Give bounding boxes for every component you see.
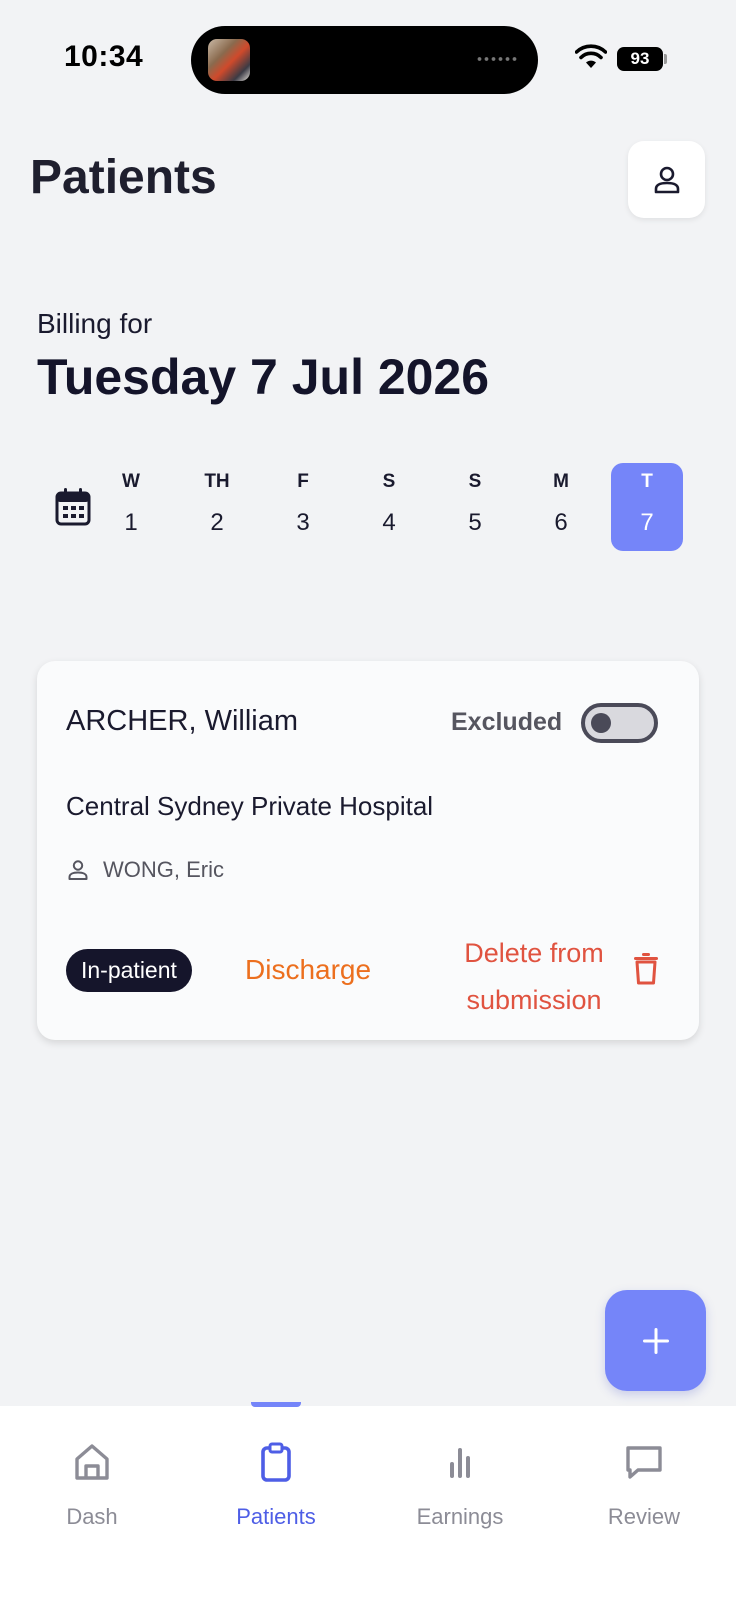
home-icon: [75, 1444, 109, 1480]
nav-label: Earnings: [416, 1504, 504, 1529]
nav-item-earnings[interactable]: Earnings: [368, 1436, 552, 1556]
delete-from-submission-button[interactable]: Delete from submission: [434, 930, 634, 1024]
day-item-selected[interactable]: T 7: [611, 463, 683, 551]
patient-name: ARCHER, William: [66, 705, 298, 737]
status-badge: In-patient: [66, 949, 192, 992]
day-number: 2: [210, 509, 224, 536]
message-icon: [626, 1446, 662, 1479]
delete-label-line2: submission: [466, 985, 602, 1015]
day-of-week: S: [468, 471, 482, 492]
toggle-knob: [591, 713, 611, 733]
plus-icon: [642, 1327, 669, 1354]
battery-indicator: 93: [617, 47, 663, 71]
day-number: 7: [640, 509, 654, 536]
status-bar: 10:34 93: [0, 0, 736, 120]
dynamic-island: [191, 26, 538, 94]
week-strip: W 1 TH 2 F 3 S 4 S 5 M 6 T 7: [95, 463, 691, 551]
clipboard-icon: [261, 1442, 291, 1482]
battery-tip: [664, 54, 667, 64]
day-number: 6: [554, 509, 568, 536]
now-playing-artwork: [208, 39, 250, 81]
day-of-week: T: [641, 471, 653, 492]
nav-label: Patients: [236, 1504, 316, 1529]
calendar-icon[interactable]: [54, 487, 92, 527]
day-number: 4: [382, 509, 396, 536]
day-item[interactable]: S 4: [353, 463, 425, 551]
doctor-name: WONG, Eric: [103, 857, 224, 882]
day-of-week: S: [382, 471, 396, 492]
day-of-week: TH: [204, 471, 230, 492]
bottom-nav: Dash Patients Earnings Review: [0, 1402, 736, 1600]
nav-active-indicator: [251, 1402, 301, 1407]
day-item[interactable]: W 1: [95, 463, 167, 551]
patient-card[interactable]: ARCHER, William Excluded Central Sydney …: [37, 661, 699, 1040]
status-time: 10:34: [64, 40, 144, 73]
profile-button[interactable]: [628, 141, 705, 218]
discharge-button[interactable]: Discharge: [245, 954, 371, 986]
nav-item-dash[interactable]: Dash: [0, 1436, 184, 1556]
day-number: 3: [296, 509, 310, 536]
audio-wave-icon: [476, 52, 518, 66]
billing-label: Billing for: [37, 308, 153, 339]
user-icon: [654, 166, 679, 193]
nav-item-patients[interactable]: Patients: [184, 1436, 368, 1556]
page-title: Patients: [30, 151, 217, 204]
day-number: 5: [468, 509, 482, 536]
day-number: 1: [124, 509, 138, 536]
billing-date: Tuesday 7 Jul 2026: [37, 349, 490, 405]
user-icon: [68, 860, 88, 880]
day-of-week: W: [122, 471, 140, 492]
trash-icon[interactable]: [631, 952, 661, 986]
delete-label-line1: Delete from: [464, 938, 604, 968]
nav-label: Dash: [66, 1504, 118, 1529]
bar-chart-icon: [450, 1448, 470, 1478]
wifi-icon: [575, 44, 607, 68]
nav-item-review[interactable]: Review: [552, 1436, 736, 1556]
day-item[interactable]: M 6: [525, 463, 597, 551]
day-of-week: F: [297, 471, 309, 492]
nav-label: Review: [607, 1504, 681, 1529]
day-item[interactable]: S 5: [439, 463, 511, 551]
day-of-week: M: [553, 471, 569, 492]
day-item[interactable]: F 3: [267, 463, 339, 551]
hospital-name: Central Sydney Private Hospital: [66, 791, 434, 821]
add-patient-button[interactable]: [605, 1290, 706, 1391]
day-item[interactable]: TH 2: [181, 463, 253, 551]
excluded-toggle[interactable]: [581, 703, 658, 743]
excluded-label: Excluded: [451, 708, 563, 736]
